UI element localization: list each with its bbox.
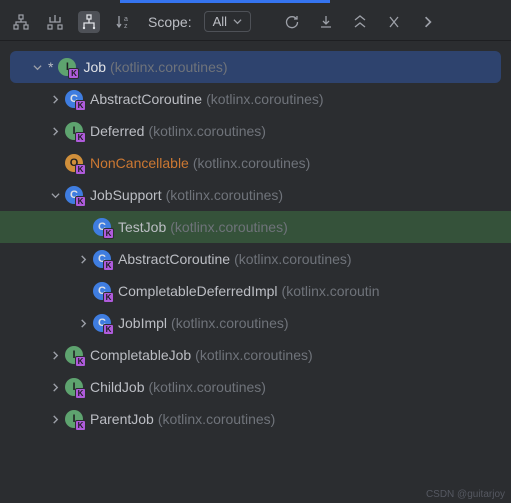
scope-label: Scope:: [148, 14, 192, 30]
tree-row[interactable]: C K AbstractCoroutine(kotlinx.coroutines…: [0, 243, 511, 275]
refresh-icon[interactable]: [281, 11, 303, 33]
class-icon: C K: [64, 185, 84, 205]
node-package: (kotlinx.coroutines): [148, 379, 266, 395]
tree-row[interactable]: * I K Job(kotlinx.coroutines): [10, 51, 501, 83]
node-name: ChildJob: [90, 379, 144, 395]
supertypes-icon[interactable]: [44, 11, 66, 33]
chevron-right-icon[interactable]: [46, 351, 64, 360]
tree-row[interactable]: I K ChildJob(kotlinx.coroutines): [0, 371, 511, 403]
chevron-right-icon[interactable]: [74, 319, 92, 328]
node-package: (kotlinx.coroutines): [206, 91, 324, 107]
interface-icon: I K: [64, 409, 84, 429]
subtypes-icon[interactable]: [78, 11, 100, 33]
tree-row[interactable]: C K CompletableDeferredImpl(kotlinx.coro…: [0, 275, 511, 307]
scope-select[interactable]: All: [204, 11, 251, 32]
node-name: CompletableDeferredImpl: [118, 283, 278, 299]
node-package: (kotlinx.coroutines): [234, 251, 352, 267]
node-package: (kotlinx.coroutines): [148, 123, 266, 139]
node-name: AbstractCoroutine: [90, 91, 202, 107]
tree-row[interactable]: C K TestJob(kotlinx.coroutines): [0, 211, 511, 243]
chevron-right-icon[interactable]: [46, 95, 64, 104]
tree-row[interactable]: C K JobSupport(kotlinx.coroutines): [0, 179, 511, 211]
expand-all-icon[interactable]: [349, 11, 371, 33]
interface-icon: I K: [64, 121, 84, 141]
chevron-right-icon[interactable]: [417, 11, 439, 33]
star-icon: *: [48, 59, 53, 75]
chevron-down-icon[interactable]: [28, 63, 46, 72]
scope-value: All: [213, 14, 227, 29]
tree-row[interactable]: C K JobImpl(kotlinx.coroutines): [0, 307, 511, 339]
node-package: (kotlinx.coroutines): [158, 411, 276, 427]
node-name: JobImpl: [118, 315, 167, 331]
node-name: NonCancellable: [90, 155, 189, 171]
interface-icon: I K: [57, 57, 77, 77]
node-package: (kotlinx.coroutin: [282, 283, 380, 299]
node-package: (kotlinx.coroutines): [170, 219, 288, 235]
chevron-down-icon[interactable]: [46, 191, 64, 200]
tree-row[interactable]: I K ParentJob(kotlinx.coroutines): [0, 403, 511, 435]
autoscroll-icon[interactable]: [315, 11, 337, 33]
class-abstract-icon: C K: [92, 249, 112, 269]
collapse-all-icon[interactable]: [383, 11, 405, 33]
chevron-right-icon[interactable]: [46, 383, 64, 392]
node-name: AbstractCoroutine: [118, 251, 230, 267]
node-package: (kotlinx.coroutines): [193, 155, 311, 171]
tree-row[interactable]: I K Deferred(kotlinx.coroutines): [0, 115, 511, 147]
node-name: TestJob: [118, 219, 166, 235]
watermark: CSDN @guitarjoy: [426, 489, 505, 500]
class-icon: C K: [92, 313, 112, 333]
interface-icon: I K: [64, 377, 84, 397]
tree-row[interactable]: C K AbstractCoroutine(kotlinx.coroutines…: [0, 83, 511, 115]
tree-row[interactable]: I K CompletableJob(kotlinx.coroutines): [0, 339, 511, 371]
node-package: (kotlinx.coroutines): [110, 59, 228, 75]
chevron-down-icon: [233, 17, 242, 26]
interface-icon: I K: [64, 345, 84, 365]
chevron-right-icon[interactable]: [74, 255, 92, 264]
tree-row[interactable]: O K NonCancellable(kotlinx.coroutines): [0, 147, 511, 179]
node-name: ParentJob: [90, 411, 154, 427]
hierarchy-tree: * I K Job(kotlinx.coroutines) C K Abstra…: [0, 41, 511, 435]
node-package: (kotlinx.coroutines): [195, 347, 313, 363]
node-name: JobSupport: [90, 187, 162, 203]
node-package: (kotlinx.coroutines): [166, 187, 284, 203]
toolbar: az Scope: All: [0, 3, 511, 41]
class-icon: C K: [92, 217, 112, 237]
node-name: Job: [83, 59, 106, 75]
class-icon: C K: [92, 281, 112, 301]
node-package: (kotlinx.coroutines): [171, 315, 289, 331]
class-hierarchy-icon[interactable]: [10, 11, 32, 33]
chevron-right-icon[interactable]: [46, 127, 64, 136]
svg-text:a: a: [124, 16, 128, 23]
node-name: Deferred: [90, 123, 144, 139]
node-name: CompletableJob: [90, 347, 191, 363]
svg-text:z: z: [124, 23, 128, 30]
chevron-right-icon[interactable]: [46, 415, 64, 424]
object-icon: O K: [64, 153, 84, 173]
sort-alpha-icon[interactable]: az: [112, 11, 134, 33]
tab-indicator: [0, 0, 511, 3]
class-abstract-icon: C K: [64, 89, 84, 109]
